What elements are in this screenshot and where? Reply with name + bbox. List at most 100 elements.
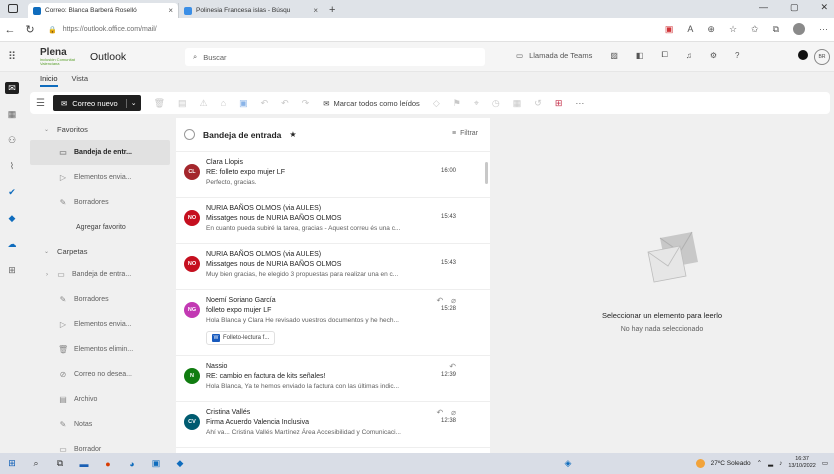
bell-icon[interactable]: ♫ [686, 51, 692, 60]
close-tab-icon[interactable]: × [313, 6, 318, 15]
minimize-icon[interactable]: — [759, 2, 768, 13]
maximize-icon[interactable]: ▢ [790, 2, 799, 13]
favorites-header[interactable]: ⌄ Favoritos [30, 118, 170, 140]
tab-actions-icon[interactable] [8, 4, 18, 13]
favorite-star-icon[interactable]: ☆ [729, 24, 737, 35]
search-input[interactable]: ⌕ Buscar [185, 48, 485, 66]
teams-app-icon[interactable]: ◆ [5, 212, 19, 224]
collections-icon[interactable]: ⧉ [773, 24, 779, 35]
new-mail-main[interactable]: ✉ Correo nuevo [53, 98, 127, 108]
message-item[interactable]: NO NURIA BAÑOS OLMOS (via AULES) Missatg… [176, 244, 490, 290]
folder-item-inbox-favorite[interactable]: ▭ Bandeja de entr... [30, 140, 170, 165]
reply-icon[interactable]: ↶ [436, 296, 443, 305]
star-icon[interactable]: ★ [289, 130, 296, 139]
people-icon[interactable]: ⚇ [5, 134, 19, 146]
chrome-icon[interactable]: ● [96, 459, 120, 469]
profile-avatar[interactable] [793, 23, 805, 35]
select-all-checkbox[interactable] [184, 129, 195, 140]
browser-tab-search[interactable]: Polinesia Francesa islas - Búsqu × [178, 3, 323, 18]
message-item[interactable]: NG ↶ ⌀ Noemí Soriano García folleto expo… [176, 290, 490, 356]
new-tab-button[interactable]: + [329, 4, 335, 16]
reply-icon[interactable]: ↶ [436, 408, 443, 417]
windows-start-icon[interactable]: ⊞ [0, 458, 24, 469]
forward-icon[interactable]: ↷ [302, 98, 310, 109]
read-aloud-icon[interactable]: A [687, 24, 693, 34]
move-icon[interactable]: ▣ [239, 98, 248, 109]
folder-item-junk[interactable]: ⊘ Correo no desea... [30, 362, 170, 387]
close-window-icon[interactable]: ✕ [820, 2, 828, 13]
file-explorer-icon[interactable]: ▬ [72, 459, 96, 469]
help-button[interactable]: ? [735, 51, 739, 60]
tab-inicio[interactable]: Inicio [40, 74, 58, 87]
folder-item-archive[interactable]: ▤ Archivo [30, 387, 170, 412]
more-icon[interactable]: ··· [819, 24, 828, 34]
todo-app-icon[interactable]: ✔ [5, 186, 19, 198]
task-view-icon[interactable]: ⧉ [48, 458, 72, 469]
archive-icon[interactable]: ▤ [178, 98, 187, 109]
message-item[interactable]: N ↶ Nassio RE: cambio en factura de kits… [176, 356, 490, 402]
zoom-icon[interactable]: ⊕ [707, 24, 715, 35]
reply-all-icon[interactable]: ↶ [281, 98, 289, 109]
message-list-scrollbar[interactable] [485, 162, 488, 184]
close-tab-icon[interactable]: × [168, 6, 173, 15]
notification-icon[interactable] [798, 50, 808, 60]
snooze-icon[interactable]: ◷ [492, 98, 500, 109]
message-item[interactable]: NO NURIA BAÑOS OLMOS (via AULES) Missatg… [176, 198, 490, 244]
url-field[interactable]: 🔒 https://outlook.office.com/mail/ [48, 26, 608, 34]
network-icon[interactable]: ▂ [768, 459, 773, 467]
folder-item-drafts[interactable]: ✎ Borradores [30, 287, 170, 312]
outlook-app-icon[interactable]: ▣ [144, 458, 168, 469]
onenote-icon[interactable]: ◧ [636, 51, 644, 60]
refresh-icon[interactable]: ↻ [20, 23, 40, 36]
store-icon[interactable]: ◆ [168, 458, 192, 469]
rules-icon[interactable]: ▦ [513, 98, 522, 109]
tray-chevron-icon[interactable]: ⌃ [757, 459, 762, 467]
volume-icon[interactable]: ♪ [779, 460, 782, 467]
apps-ribbon-icon[interactable]: ⊞ [555, 98, 563, 109]
pin-icon[interactable]: ⌖ [474, 98, 479, 109]
report-icon[interactable]: ⚠ [200, 98, 208, 109]
reply-icon[interactable]: ↶ [261, 98, 269, 109]
clock[interactable]: 16:37 13/10/2022 [788, 456, 816, 470]
user-avatar[interactable]: BR [814, 49, 830, 65]
message-item[interactable]: CL Clara Llopis RE: folleto expo mujer L… [176, 152, 490, 198]
app-name[interactable]: Outlook [90, 51, 126, 63]
onedrive-icon[interactable]: ☁ [5, 238, 19, 250]
tag-icon[interactable]: ◇ [433, 98, 440, 109]
attach-icon[interactable]: ⌇ [5, 160, 19, 172]
calendar-icon[interactable]: ▦ [5, 108, 19, 120]
todo-icon[interactable]: ⧠ [661, 50, 667, 60]
attachment-chip[interactable]: W Folleto-lectura f... [206, 331, 276, 345]
gear-icon[interactable]: ⚙ [710, 51, 717, 60]
chevron-down-icon[interactable]: ⌄ [127, 99, 141, 107]
teams-call-button[interactable]: ▭ Llamada de Teams [516, 51, 592, 60]
folder-item-deleted[interactable]: 🗑 Elementos elimin... [30, 337, 170, 362]
edge-icon[interactable]: ◕ [120, 459, 144, 469]
weather-label[interactable]: 27ºC Soleado [711, 460, 751, 467]
search-icon[interactable]: ⌕ [24, 458, 48, 469]
security-icon[interactable]: ◈ [556, 458, 580, 469]
mail-icon[interactable]: ✉ [5, 82, 19, 94]
hamburger-icon[interactable]: ☰ [36, 98, 45, 109]
favorites-icon[interactable]: ✩ [751, 24, 759, 35]
back-icon[interactable]: ← [0, 24, 20, 36]
flag-icon[interactable]: ⚑ [453, 98, 461, 109]
extension-icon[interactable]: ▣ [665, 24, 674, 35]
new-mail-button[interactable]: ✉ Correo nuevo ⌄ [52, 95, 141, 111]
message-item[interactable]: CV ↶ ⌀ Cristina Vallés Firma Acuerdo Val… [176, 402, 490, 448]
folder-item-drafts-favorite[interactable]: ✎ Borradores [30, 190, 170, 215]
app-launcher-icon[interactable]: ⠿ [0, 50, 24, 63]
sweep-icon[interactable]: ⌂ [221, 98, 226, 108]
tab-vista[interactable]: Vista [72, 74, 89, 87]
folder-item-sent[interactable]: ▷ Elementos envia... [30, 312, 170, 337]
mark-all-read-button[interactable]: ✉ Marcar todos como leídos [323, 99, 420, 108]
folder-item-sent-favorite[interactable]: ▷ Elementos envia... [30, 165, 170, 190]
notifications-icon[interactable]: ▭ [822, 459, 828, 467]
browser-tab-outlook[interactable]: Correo: Blanca Barberá Roselló × [28, 3, 178, 18]
reply-icon[interactable]: ↶ [449, 362, 456, 371]
apps-icon[interactable]: ⊞ [5, 264, 19, 276]
meet-now-icon[interactable]: ▨ [610, 51, 618, 60]
undo-icon[interactable]: ↺ [534, 98, 542, 109]
chevron-right-icon[interactable]: › [46, 272, 48, 278]
folders-header[interactable]: ⌄ Carpetas [30, 240, 170, 262]
